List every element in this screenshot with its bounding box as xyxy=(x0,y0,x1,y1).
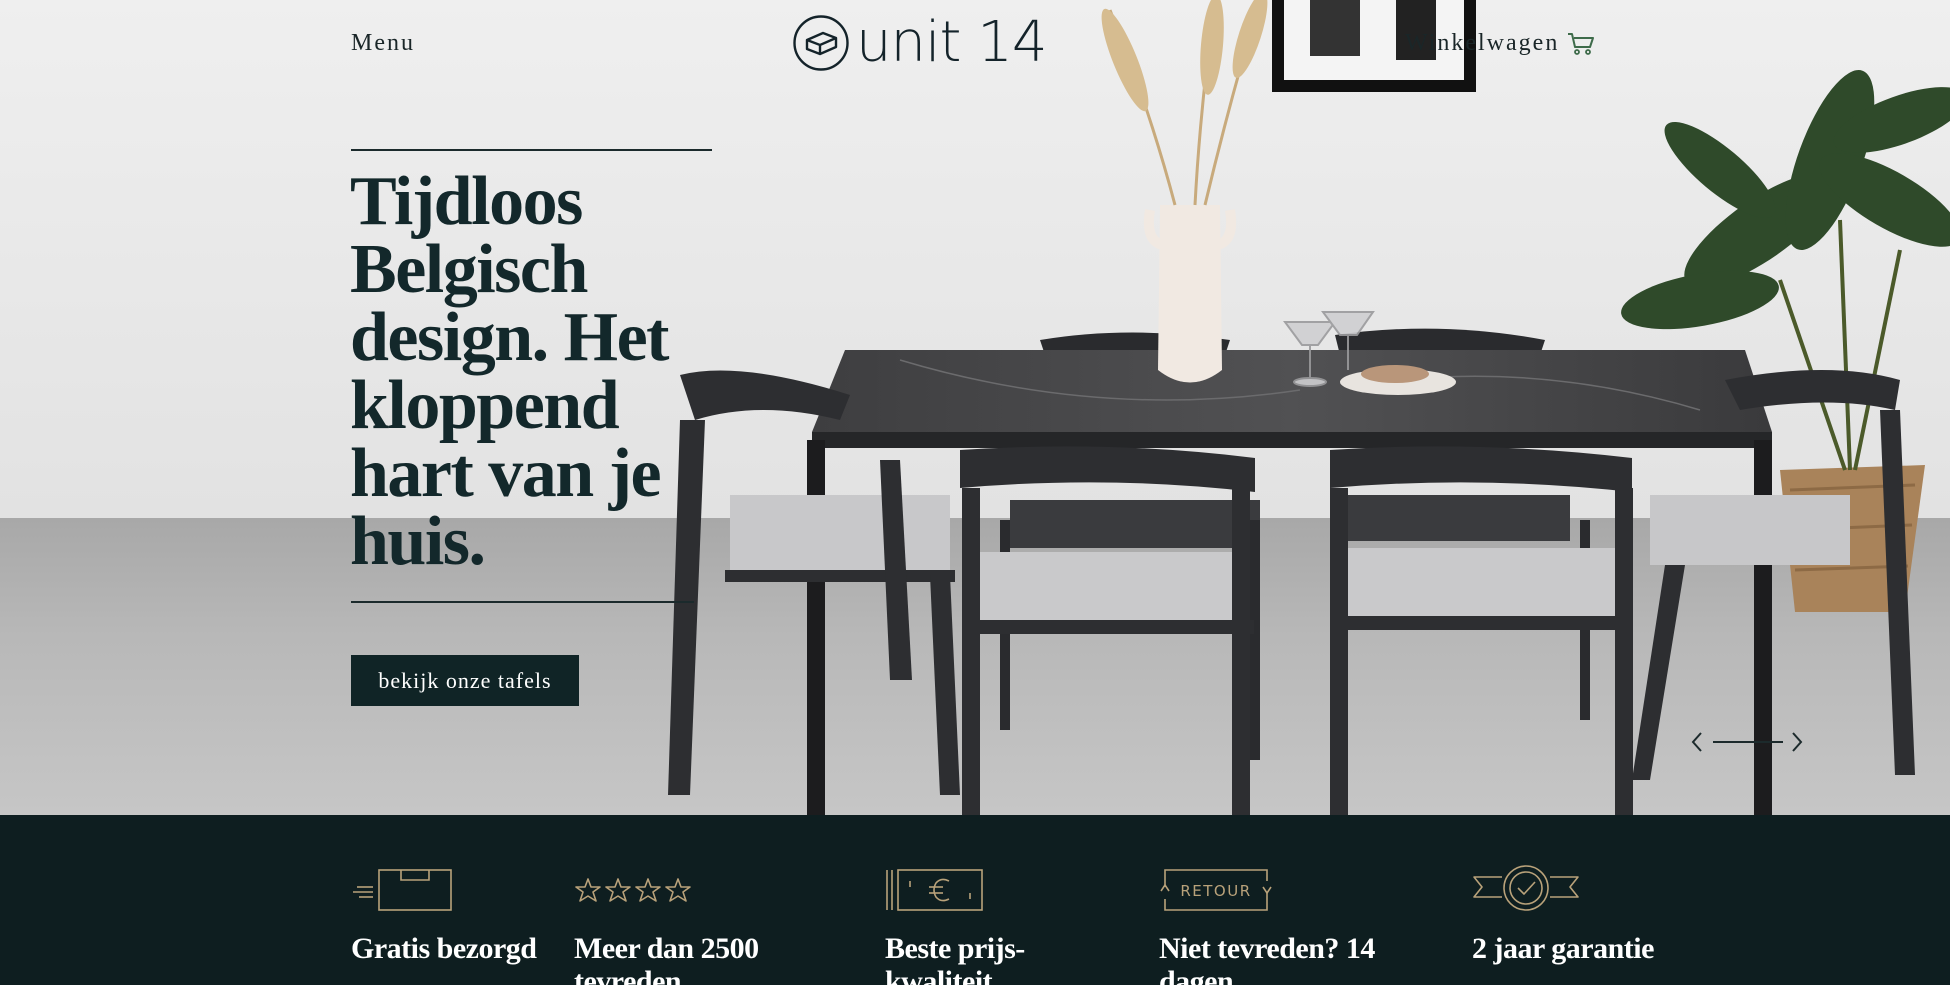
cart-label: Winkelwagen xyxy=(1405,30,1560,56)
headline-bottom-rule xyxy=(351,601,694,603)
stars-rating-icon xyxy=(575,878,691,902)
cart-button[interactable]: Winkelwagen xyxy=(1405,30,1595,57)
hero-headline: Tijdloos Belgisch design. Het kloppend h… xyxy=(350,163,669,580)
slider-prev-icon[interactable] xyxy=(1688,730,1706,754)
svg-text:RETOUR: RETOUR xyxy=(1180,882,1251,900)
usp-title-delivery: Gratis bezorgd xyxy=(351,932,537,965)
shopping-cart-icon xyxy=(1568,32,1595,55)
logo-mark-icon xyxy=(793,15,849,71)
menu-button[interactable]: Menu xyxy=(351,30,415,57)
slider-progress xyxy=(1713,741,1783,743)
box-delivery-icon xyxy=(353,869,452,911)
usp-title-price: Beste prijs-kwaliteit xyxy=(885,932,1025,985)
logo[interactable]: unit 14 xyxy=(792,10,1048,75)
euro-price-icon xyxy=(886,869,983,911)
usp-title-return: Niet tevreden? 14 dagen xyxy=(1159,932,1375,985)
retour-icon: RETOUR xyxy=(1160,869,1272,911)
warranty-seal-icon xyxy=(1473,865,1579,911)
hero-section: Menu unit 14 Winkelwagen Tijdloos Belgis… xyxy=(0,0,1950,815)
hero-dining-set-image xyxy=(0,0,1950,815)
slider-next-icon[interactable] xyxy=(1788,730,1806,754)
usp-bar: Gratis bezorgd Meer dan 2500 tevreden Be… xyxy=(0,815,1950,985)
logo-text: unit 14 xyxy=(856,10,1048,75)
headline-top-rule xyxy=(351,149,712,151)
usp-title-warranty: 2 jaar garantie xyxy=(1472,932,1654,965)
view-tables-button[interactable]: bekijk onze tafels xyxy=(351,655,579,706)
usp-title-reviews: Meer dan 2500 tevreden xyxy=(574,932,759,985)
